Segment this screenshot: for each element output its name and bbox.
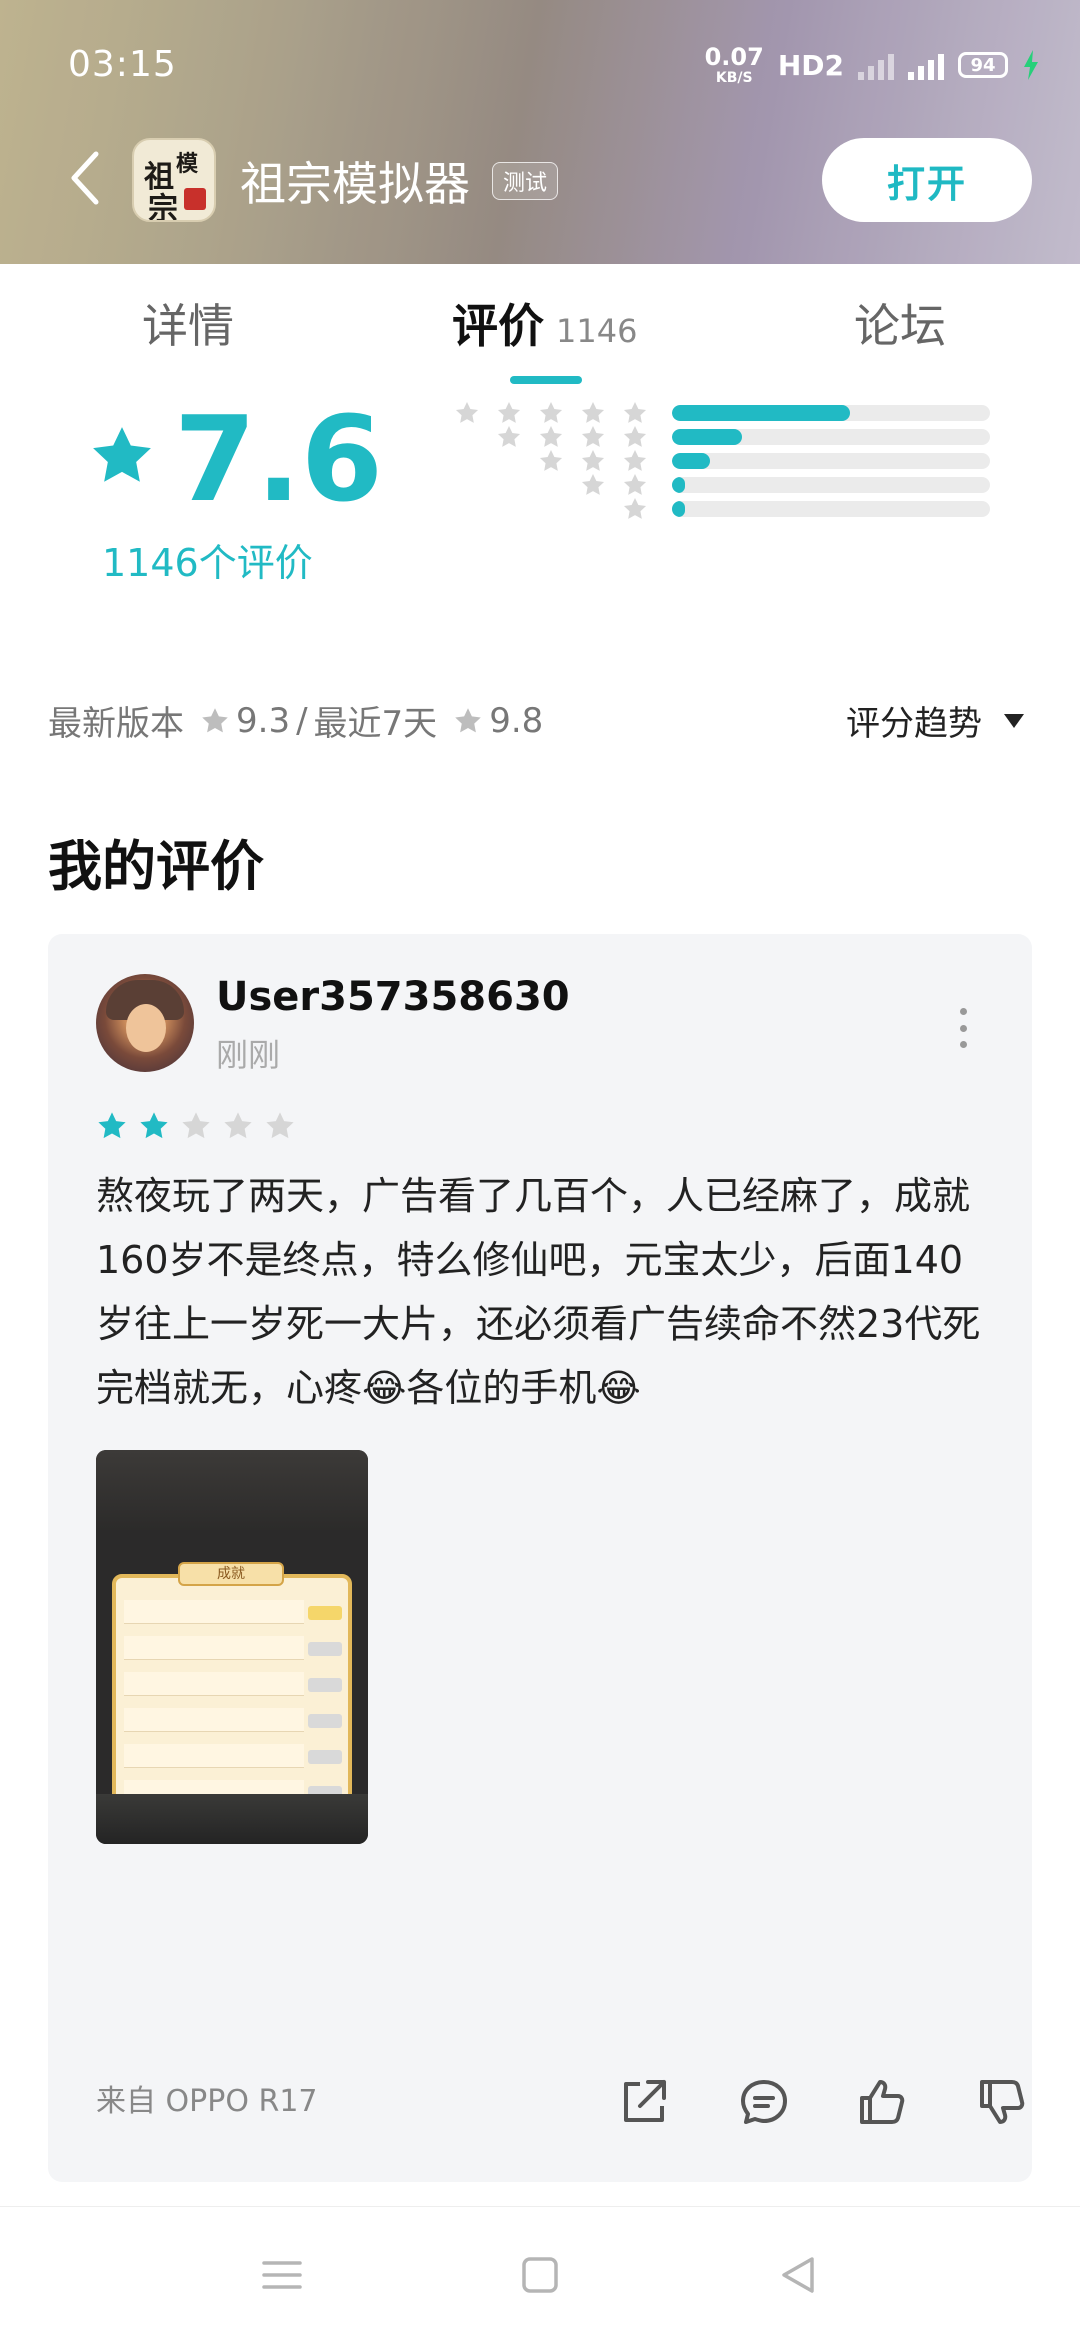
back-nav-icon[interactable]	[774, 2251, 822, 2299]
open-button[interactable]: 打开	[822, 138, 1032, 222]
star-icon	[581, 449, 605, 471]
recent-label: 最近7天	[313, 704, 438, 744]
star-icon	[581, 473, 605, 495]
rating-trend-dropdown[interactable]: 评分趋势	[846, 696, 1024, 745]
star-icon	[623, 473, 647, 495]
net-speed-value: 0.07	[704, 43, 764, 71]
app-icon: 祖 模 宗	[132, 138, 216, 222]
distribution-row-2	[452, 472, 990, 498]
avatar[interactable]	[96, 974, 194, 1072]
star-icon	[182, 1112, 210, 1139]
distribution-bar	[672, 501, 990, 517]
tab-indicator	[510, 376, 582, 384]
star-icon	[140, 1112, 168, 1139]
home-icon[interactable]	[516, 2251, 564, 2299]
review-device: 来自 OPPO R17	[96, 2084, 318, 2119]
comment-icon[interactable]	[736, 2074, 792, 2130]
review-card: User357358630 刚刚 熬夜玩了两天，广告看了几百个，人已经麻了，成就…	[48, 934, 1032, 2182]
review-username[interactable]: User357358630	[216, 974, 570, 1020]
star-icon	[539, 425, 563, 447]
star-icon	[93, 427, 151, 482]
review-screenshot[interactable]: 成就	[96, 1450, 368, 1844]
recent-score: 9.8	[489, 700, 544, 741]
tab-review-count: 1146	[556, 312, 638, 350]
review-text: 熬夜玩了两天，广告看了几百个，人已经麻了，成就160岁不是终点，特么修仙吧，元宝…	[96, 1174, 981, 1410]
rating-trend-label: 评分趋势	[846, 704, 982, 744]
star-icon	[581, 425, 605, 447]
latest-version-label: 最新版本	[48, 704, 184, 744]
tab-bar: 详情 评价 1146 论坛	[0, 264, 1080, 388]
star-icon	[539, 401, 563, 423]
distribution-fill	[672, 477, 685, 493]
my-review-title: 我的评价	[48, 835, 264, 898]
hd-indicator: HD2	[777, 48, 844, 82]
share-icon[interactable]	[616, 2074, 672, 2130]
star-icon	[623, 425, 647, 447]
review-stars	[96, 1110, 296, 1142]
star-icon	[623, 449, 647, 471]
tab-detail[interactable]: 详情	[142, 290, 234, 356]
star-icon	[497, 425, 521, 447]
star-icon	[98, 1112, 126, 1139]
status-time: 03:15	[68, 44, 177, 85]
distribution-row-1	[452, 496, 990, 522]
system-nav-bar	[0, 2206, 1080, 2340]
menu-icon[interactable]	[258, 2251, 306, 2299]
star-icon	[581, 401, 605, 423]
dropdown-arrow-icon	[1004, 713, 1024, 728]
review-time: 刚刚	[216, 1036, 281, 1074]
back-arrow-icon[interactable]	[66, 148, 106, 208]
signal-4g-icon	[908, 50, 944, 80]
star-icon	[455, 401, 479, 423]
distribution-bar	[672, 429, 990, 445]
version-separator: /	[296, 700, 308, 741]
star-icon	[202, 707, 228, 732]
distribution-row-5	[452, 400, 990, 426]
distribution-bar	[672, 405, 990, 421]
app-name: 祖宗模拟器	[240, 157, 470, 211]
distribution-fill	[672, 405, 851, 421]
thumbs-up-icon[interactable]	[854, 2074, 910, 2130]
distribution-bar	[672, 453, 990, 469]
charging-icon	[1024, 50, 1038, 80]
test-badge: 测试	[492, 162, 559, 200]
star-icon	[539, 449, 563, 471]
star-icon	[497, 401, 521, 423]
rating-count: 1146个评价	[102, 541, 313, 585]
status-icons: 0.07 KB/S HD2 94	[705, 40, 1040, 90]
tab-review-label: 评价	[452, 299, 544, 353]
version-scores: 最新版本 9.3 / 最近7天 9.8	[48, 696, 543, 745]
distribution-fill	[672, 453, 711, 469]
distribution-row-4	[452, 424, 990, 450]
rating-score: 7.6	[174, 390, 384, 528]
screenshot-title: 成就	[178, 1562, 284, 1586]
tab-review[interactable]: 评价 1146	[452, 290, 637, 356]
distribution-bar	[672, 477, 990, 493]
signal-sim1-icon	[858, 50, 894, 80]
more-vertical-icon[interactable]	[958, 1008, 968, 1048]
star-icon	[224, 1112, 252, 1139]
app-header: 03:15 0.07 KB/S HD2 94 祖 模 宗 祖宗模拟器 测试 打开	[0, 0, 1080, 264]
rating-summary: 7.6 1146个评价	[0, 400, 1080, 640]
distribution-fill	[672, 429, 742, 445]
star-icon	[623, 497, 647, 519]
latest-version-score: 9.3	[236, 700, 291, 741]
star-icon	[266, 1112, 294, 1139]
thumbs-down-icon[interactable]	[974, 2074, 1030, 2130]
distribution-fill	[672, 501, 685, 517]
battery-icon: 94	[958, 52, 1008, 78]
star-icon	[623, 401, 647, 423]
net-speed: 0.07 KB/S	[705, 45, 764, 85]
net-speed-unit: KB/S	[715, 70, 753, 86]
distribution-row-3	[452, 448, 990, 474]
star-icon	[455, 707, 481, 732]
tab-forum[interactable]: 论坛	[854, 290, 946, 356]
